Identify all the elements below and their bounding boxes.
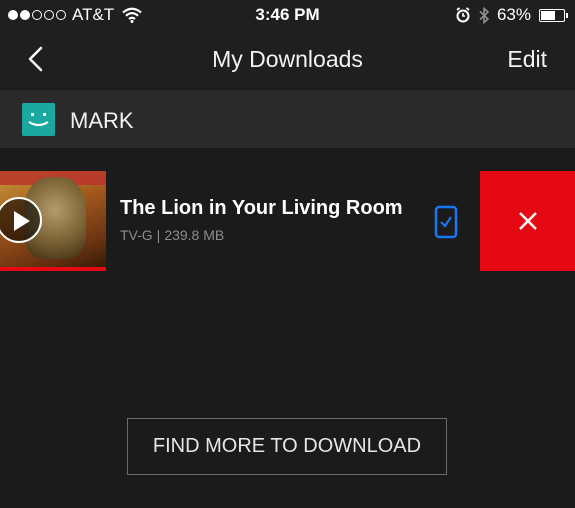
signal-dot <box>8 10 18 20</box>
chevron-left-icon <box>28 46 43 72</box>
download-list-item[interactable]: The Lion in Your Living Room TV-G | 239.… <box>0 171 575 271</box>
avatar <box>22 103 55 136</box>
page-title: My Downloads <box>212 46 363 72</box>
battery-percent: 63% <box>496 5 531 24</box>
status-bar: AT&T 3:46 PM 63% <box>0 0 575 30</box>
alarm-icon <box>456 7 470 23</box>
carrier-label: AT&T <box>72 5 115 24</box>
file-size: 239.8 MB <box>164 227 225 243</box>
signal-strength-indicator <box>8 10 66 20</box>
downloaded-check-icon[interactable] <box>434 205 458 239</box>
watch-progress-bar <box>0 267 106 271</box>
close-icon <box>519 212 537 230</box>
wifi-icon <box>122 7 142 23</box>
signal-dot <box>20 10 30 20</box>
edit-button[interactable]: Edit <box>507 46 547 73</box>
download-title: The Lion in Your Living Room <box>120 197 403 219</box>
episode-thumbnail[interactable] <box>0 171 106 271</box>
status-right: 63% <box>455 5 568 25</box>
navigation-bar: My Downloads Edit <box>0 30 575 88</box>
download-meta: TV-G | 239.8 MB <box>120 227 224 243</box>
downloads-screen: AT&T 3:46 PM 63% My Downloads Edit MARK … <box>0 0 575 508</box>
battery-icon <box>539 8 568 22</box>
signal-dot <box>44 10 54 20</box>
back-button[interactable] <box>22 44 52 74</box>
maturity-rating: TV-G <box>120 227 153 243</box>
find-more-to-download-button[interactable]: FIND MORE TO DOWNLOAD <box>127 418 447 475</box>
bluetooth-icon <box>479 6 489 24</box>
signal-dot <box>56 10 66 20</box>
meta-separator: | <box>156 227 161 243</box>
status-left: AT&T <box>8 5 142 25</box>
profile-header: MARK <box>0 90 575 148</box>
signal-dot <box>32 10 42 20</box>
battery-fill <box>541 10 555 20</box>
profile-name: MARK <box>70 108 134 133</box>
delete-download-button[interactable] <box>480 171 575 271</box>
